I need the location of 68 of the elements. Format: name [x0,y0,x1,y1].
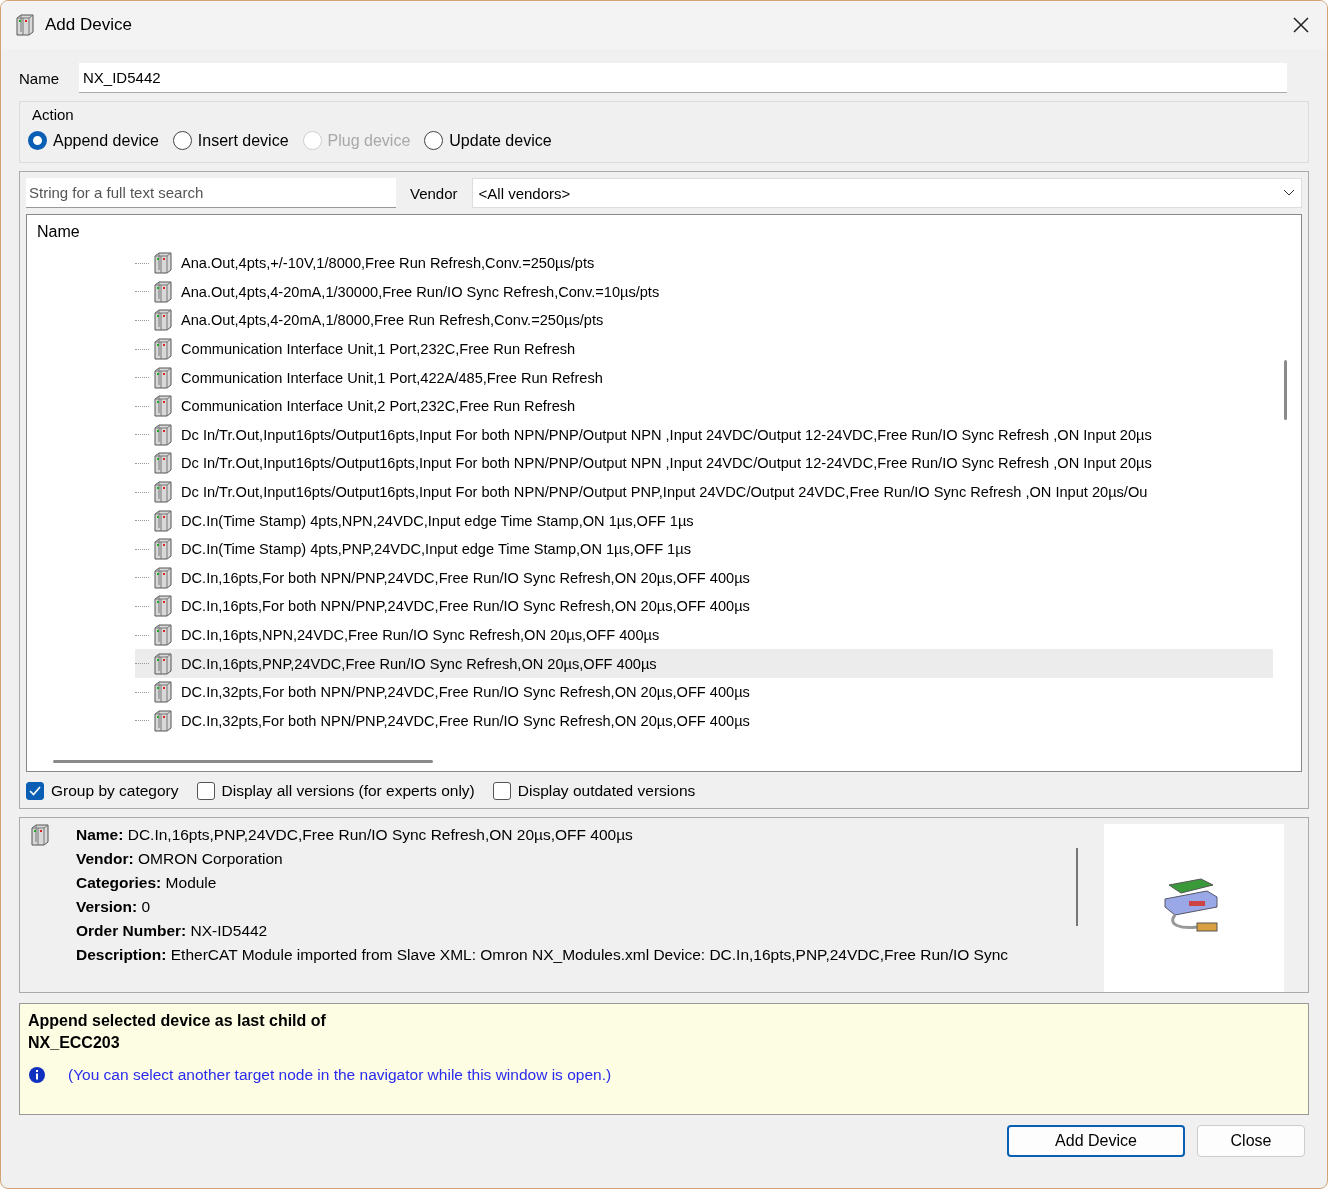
target-node-label: NX_ECC203 [28,1034,121,1052]
device-row[interactable]: Dc In/Tr.Out,Input16pts/Output16pts,Input For both NPN/PNP/Output NPN ,Input 24VDC/Output 12-24VDC,Free Run/IO Sync Refresh ,ON Input 20µs [135,449,1273,478]
detail-line: Version: 0 [76,898,152,916]
name-field[interactable]: NX_ID5442 [79,63,1287,93]
module-icon [153,624,173,646]
splitter-handle[interactable] [1076,848,1078,926]
module-icon [153,280,173,303]
module-icon [153,366,173,389]
detail-line: Name: DC.In,16pts,PNP,24VDC,Free Run/IO Sync Refresh,ON 20µs,OFF 400µs [76,826,634,844]
info-icon [28,1066,46,1084]
device-row[interactable]: DC.In,16pts,NPN,24VDC,Free Run/IO Sync Refresh,ON 20µs,OFF 400µs [135,620,1273,650]
checkbox-option[interactable]: Display outdated versions [492,782,696,800]
dialog-button[interactable]: Add Device [1007,1125,1185,1157]
window-icon [15,14,35,36]
device-row[interactable]: DC.In,16pts,PNP,24VDC,Free Run/IO Sync Refresh,ON 20µs,OFF 400µs [135,649,1273,678]
module-icon [153,709,173,732]
module-icon [153,595,173,618]
module-icon [153,538,173,561]
module-icon [153,423,173,446]
vendor-dropdown[interactable]: <All vendors> [471,178,1302,208]
scrollbar-thumb[interactable] [53,759,433,763]
device-row[interactable]: Communication Interface Unit,2 Port,232C,Free Run Refresh [135,391,1273,421]
module-icon [153,395,173,418]
group-title: Action [32,106,75,123]
module-icon [153,309,173,332]
detail-line: Vendor: OMRON Corporation [76,850,284,868]
info-heading: Append selected device as last child of [28,1012,327,1030]
device-row[interactable]: DC.In(Time Stamp) 4pts,NPN,24VDC,Input edge Time Stamp,ON 1µs,OFF 1µs [135,506,1273,535]
radio-option[interactable]: Insert device [172,131,289,150]
module-icon [153,566,173,589]
column-header: Name [36,222,81,242]
module-icon [153,509,173,532]
radio-option[interactable]: Update device [424,131,552,150]
radio-option[interactable]: Append device [28,131,159,150]
device-row[interactable]: Dc In/Tr.Out,Input16pts/Output16pts,Input For both NPN/PNP/Output PNP,Input 24VDC/Output 24VDC,Free Run/IO Sync Refresh ,ON Input 20µs/Ou [135,477,1273,507]
module-icon [153,338,173,361]
module-icon [153,681,173,704]
device-row[interactable]: Ana.Out,4pts,+/-10V,1/8000,Free Run Refresh,Conv.=250µs/pts [135,249,1273,278]
detail-line: Categories: Module [76,874,218,892]
module-icon [153,452,173,475]
checkbox-option[interactable]: Group by category [26,782,179,800]
device-row[interactable]: Ana.Out,4pts,4-20mA,1/30000,Free Run/IO Sync Refresh,Conv.=10µs/pts [135,277,1273,307]
search-field[interactable]: String for a full text search [26,178,396,208]
close-icon[interactable] [1293,17,1309,33]
device-row[interactable]: Communication Interface Unit,1 Port,232C,Free Run Refresh [135,334,1273,364]
device-row[interactable]: Ana.Out,4pts,4-20mA,1/8000,Free Run Refresh,Conv.=250µs/pts [135,306,1273,335]
device-row[interactable]: Dc In/Tr.Out,Input16pts/Output16pts,Input For both NPN/PNP/Output NPN ,Input 24VDC/Output 12-24VDC,Free Run/IO Sync Refresh ,ON Input 20µs [135,420,1273,450]
dialog-button[interactable]: Close [1197,1125,1305,1157]
hint-text: (You can select another target node in the navigator while this window is open.) [68,1066,612,1084]
window-title: Add Device [45,15,133,35]
vendor-label: Vendor [410,184,458,202]
scrollbar-thumb[interactable] [1284,360,1287,420]
device-row[interactable]: DC.In,16pts,For both NPN/PNP,24VDC,Free Run/IO Sync Refresh,ON 20µs,OFF 400µs [135,563,1273,593]
detail-line: Description: EtherCAT Module imported from Slave XML: Omron NX_Modules.xml Device: DC.In,16pts,PNP,24VDC,Free Run/IO Sync [76,946,1010,964]
device-row[interactable]: DC.In,32pts,For both NPN/PNP,24VDC,Free Run/IO Sync Refresh,ON 20µs,OFF 400µs [135,677,1273,707]
detail-line: Order Number: NX-ID5442 [76,922,269,940]
device-row[interactable]: DC.In(Time Stamp) 4pts,PNP,24VDC,Input edge Time Stamp,ON 1µs,OFF 1µs [135,534,1273,564]
module-icon [153,252,173,275]
device-row[interactable]: DC.In,32pts,For both NPN/PNP,24VDC,Free Run/IO Sync Refresh,ON 20µs,OFF 400µs [135,706,1273,736]
checkbox-option[interactable]: Display all versions (for experts only) [196,782,475,800]
module-icon [153,481,173,504]
module-icon [153,652,173,675]
module-icon [30,824,50,846]
device-row[interactable]: DC.In,16pts,For both NPN/PNP,24VDC,Free Run/IO Sync Refresh,ON 20µs,OFF 400µs [135,592,1273,621]
chevron-down-icon [1283,189,1295,197]
device-row[interactable]: Communication Interface Unit,1 Port,422A/485,Free Run Refresh [135,363,1273,392]
name-label: Name [19,69,59,87]
checkmark-icon [29,786,41,796]
